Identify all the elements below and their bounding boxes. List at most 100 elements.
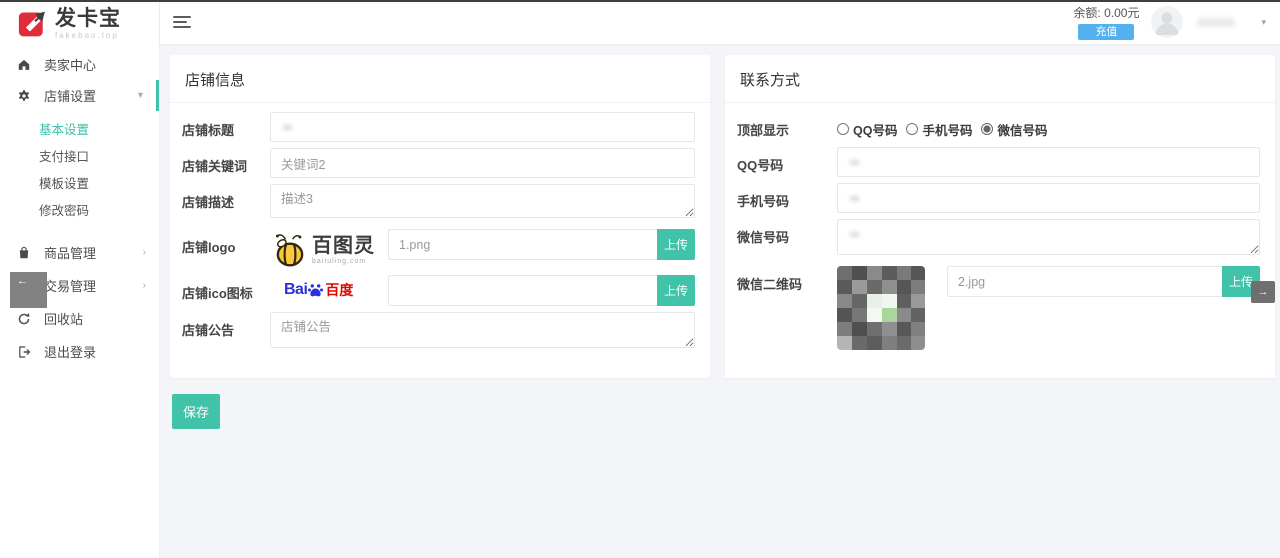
sidebar-item-label: 店铺设置 (44, 86, 96, 105)
submenu-item-template-settings[interactable]: 模板设置 (0, 171, 159, 198)
wechat-row: 微信号码 (737, 219, 1260, 260)
shop-description-label: 店铺描述 (182, 184, 270, 223)
window-top-edge (0, 0, 1280, 2)
wechat-label: 微信号码 (737, 219, 837, 260)
home-icon (17, 58, 31, 72)
top-display-label: 顶部显示 (737, 112, 837, 139)
chevron-down-icon: ▾ (138, 90, 143, 101)
user-icon (1151, 6, 1183, 38)
wechat-textarea[interactable] (837, 219, 1260, 255)
shop-notice-textarea[interactable]: 店铺公告 (270, 312, 695, 348)
shop-logo-preview: 百图灵 baituling.com (270, 229, 388, 271)
shop-ico-row: 店铺ico图标 Bai 百度 (182, 275, 695, 306)
sidebar-collapse-button[interactable]: ← (10, 272, 47, 308)
sidebar-item-label: 商品管理 (44, 243, 96, 262)
hamburger-icon[interactable] (173, 16, 191, 28)
wechat-qrcode-image (837, 266, 925, 350)
shop-keywords-input[interactable] (270, 148, 695, 178)
contact-card: 联系方式 顶部显示 QQ号码 手机号码 (725, 55, 1275, 378)
logout-icon (17, 345, 31, 359)
balance-block: 余额: 0.00元 充值 (1073, 4, 1139, 40)
qrcode-filename-input[interactable] (947, 266, 1222, 297)
sidebar-item-label: 回收站 (44, 309, 83, 328)
shop-ico-upload-button[interactable]: 上传 (657, 275, 695, 306)
balance-label: 余额: (1073, 6, 1100, 20)
wechat-qrcode-preview (837, 266, 947, 350)
sidebar-menu: 卖家中心 店铺设置 ▾ 基本设置 支付接口 模板设置 修改密码 商品管理 › (0, 45, 159, 367)
qq-label: QQ号码 (737, 147, 837, 177)
chevron-right-icon: › (143, 247, 146, 258)
shop-description-row: 店铺描述 描述3 (182, 184, 695, 223)
bag-icon (17, 246, 31, 260)
shop-settings-submenu: 基本设置 支付接口 模板设置 修改密码 (0, 111, 159, 233)
shop-keywords-row: 店铺关键词 (182, 148, 695, 178)
qrcode-label: 微信二维码 (737, 266, 837, 350)
baidu-logo-cn-text: 百度 (325, 280, 353, 300)
right-arrow-icon: → (1258, 286, 1269, 298)
shop-logo-filename-input[interactable] (388, 229, 657, 260)
panel-expand-button[interactable]: → (1251, 281, 1275, 303)
chevron-right-icon: › (143, 280, 146, 291)
phone-radio[interactable] (906, 123, 918, 135)
sidebar-item-seller-center[interactable]: 卖家中心 (0, 49, 159, 80)
shop-description-textarea[interactable]: 描述3 (270, 184, 695, 218)
baituling-logo-domain: baituling.com (312, 258, 375, 265)
sidebar-item-label: 卖家中心 (44, 55, 96, 74)
baidu-logo-text: Bai (284, 281, 307, 299)
top-display-row: 顶部显示 QQ号码 手机号码 微信号码 (737, 112, 1260, 139)
shop-info-title: 店铺信息 (170, 55, 710, 103)
phone-input[interactable] (837, 183, 1260, 213)
radio-option-phone[interactable]: 手机号码 (906, 120, 972, 139)
user-menu-caret-icon[interactable]: ▾ (1261, 17, 1266, 28)
username-redacted (1197, 18, 1235, 27)
shop-logo-row: 店铺logo (182, 229, 695, 271)
brand-domain: fakebao.top (55, 32, 121, 40)
qq-input[interactable] (837, 147, 1260, 177)
recycle-icon (17, 312, 31, 326)
topbar-right: 余额: 0.00元 充值 ▾ (1073, 4, 1280, 40)
shop-notice-label: 店铺公告 (182, 312, 270, 353)
shop-keywords-label: 店铺关键词 (182, 148, 270, 178)
avatar[interactable] (1151, 6, 1183, 38)
brand-icon (18, 9, 48, 39)
topbar: 余额: 0.00元 充值 ▾ (160, 0, 1280, 45)
left-arrow-icon: ← (17, 275, 28, 287)
shop-title-label: 店铺标题 (182, 112, 270, 142)
shop-ico-filename-input[interactable] (388, 275, 657, 306)
submenu-item-basic-settings[interactable]: 基本设置 (0, 117, 159, 144)
shop-logo-label: 店铺logo (182, 229, 270, 271)
save-button[interactable]: 保存 (172, 394, 220, 429)
sidebar-item-logout[interactable]: 退出登录 (0, 336, 159, 367)
contact-title: 联系方式 (725, 55, 1275, 103)
shop-ico-preview: Bai 百度 (270, 275, 388, 300)
submenu-item-change-password[interactable]: 修改密码 (0, 198, 159, 225)
sidebar-item-product-management[interactable]: 商品管理 › (0, 237, 159, 268)
wechat-radio[interactable] (981, 123, 993, 135)
main-content: 店铺信息 店铺标题 店铺关键词 店铺描述 (160, 47, 1280, 558)
radio-option-qq[interactable]: QQ号码 (837, 120, 897, 139)
shop-info-card: 店铺信息 店铺标题 店铺关键词 店铺描述 (170, 55, 710, 378)
shop-notice-row: 店铺公告 店铺公告 (182, 312, 695, 353)
phone-row: 手机号码 (737, 183, 1260, 213)
phone-label: 手机号码 (737, 183, 837, 213)
brand-name: 发卡宝 (55, 8, 121, 29)
shop-title-row: 店铺标题 (182, 112, 695, 142)
brand-logo[interactable]: 发卡宝 fakebao.top (0, 0, 159, 45)
sidebar-item-shop-settings[interactable]: 店铺设置 ▾ (0, 80, 159, 111)
gear-icon (17, 89, 31, 103)
sidebar-item-label: 退出登录 (44, 342, 96, 361)
shop-logo-upload-button[interactable]: 上传 (657, 229, 695, 260)
submenu-item-payment-api[interactable]: 支付接口 (0, 144, 159, 171)
qq-row: QQ号码 (737, 147, 1260, 177)
shop-title-input[interactable] (270, 112, 695, 142)
balance-value: 0.00元 (1104, 6, 1139, 20)
baituling-logo-text: 百图灵 (312, 236, 375, 256)
recharge-button[interactable]: 充值 (1078, 24, 1134, 40)
qq-radio[interactable] (837, 123, 849, 135)
bee-icon (272, 229, 308, 271)
baidu-paw-icon (307, 282, 324, 299)
shop-ico-label: 店铺ico图标 (182, 275, 270, 306)
radio-option-wechat[interactable]: 微信号码 (981, 120, 1047, 139)
qrcode-row: 微信二维码 (737, 266, 1260, 350)
sidebar-item-label: 交易管理 (44, 276, 96, 295)
